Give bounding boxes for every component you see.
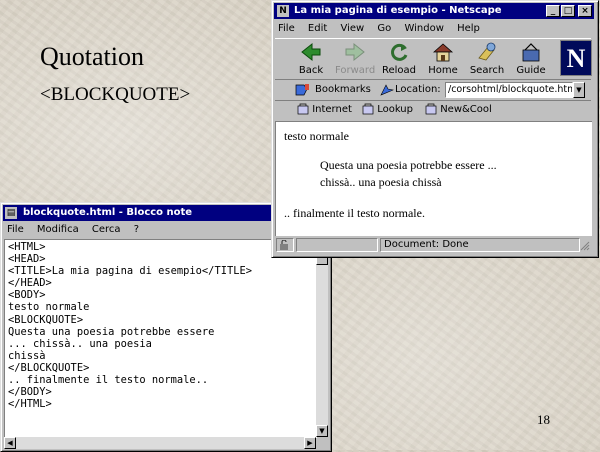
location-icon <box>380 84 394 96</box>
page-viewport[interactable]: testo normale Questa una poesia potrebbe… <box>275 121 592 236</box>
newcool-icon <box>425 103 437 115</box>
location-dropdown-arrow-icon[interactable]: ▼ <box>573 82 585 98</box>
reload-icon <box>391 43 408 61</box>
bookmarks-icon[interactable] <box>295 83 311 97</box>
internet-label: Internet <box>312 104 352 115</box>
status-text: Document: Done <box>380 238 580 252</box>
search-button[interactable]: Search <box>467 41 507 79</box>
netscape-titlebar[interactable]: N La mia pagina di esempio - Netscape _ … <box>274 3 594 19</box>
forward-arrow-icon <box>345 42 365 62</box>
guide-label: Guide <box>516 65 546 76</box>
scroll-right-arrow-icon[interactable]: ▶ <box>304 437 316 449</box>
security-lock-icon[interactable] <box>276 238 294 252</box>
maximize-button[interactable]: □ <box>561 5 575 17</box>
location-toolbar: Bookmarks Location: /corsohtml/blockquot… <box>275 80 591 101</box>
back-button[interactable]: Back <box>291 41 331 79</box>
netscape-window: N La mia pagina di esempio - Netscape _ … <box>271 0 599 258</box>
lock-icon <box>280 239 288 250</box>
content-blockquote-line-1: Questa una poesia potrebbe essere ... <box>320 158 497 172</box>
menu-view[interactable]: View <box>340 23 364 34</box>
guide-button[interactable]: Guide <box>511 41 551 79</box>
guide-icon <box>522 43 540 62</box>
resize-grip-icon[interactable] <box>580 241 590 251</box>
notepad-icon[interactable]: ▤ <box>5 207 17 219</box>
search-icon <box>478 42 496 61</box>
forward-label: Forward <box>335 65 376 76</box>
internet-button[interactable]: Internet <box>297 101 352 119</box>
scroll-left-arrow-icon[interactable]: ◀ <box>4 437 16 449</box>
menu-window[interactable]: Window <box>404 23 443 34</box>
notepad-menu-help[interactable]: ? <box>134 224 139 235</box>
lookup-button[interactable]: Lookup <box>362 101 413 119</box>
search-label: Search <box>469 65 505 76</box>
forward-button[interactable]: Forward <box>335 41 375 79</box>
status-bar: Document: Done <box>275 237 591 253</box>
home-label: Home <box>428 65 458 76</box>
reload-label: Reload <box>381 65 417 76</box>
bookmarks-label[interactable]: Bookmarks <box>315 80 371 100</box>
home-icon <box>432 43 454 62</box>
netscape-title: La mia pagina di esempio - Netscape <box>294 5 502 16</box>
internet-icon <box>297 103 309 115</box>
notepad-text-area[interactable]: <HTML> <HEAD> <TITLE>La mia pagina di es… <box>4 239 317 438</box>
page-number: 18 <box>537 412 550 427</box>
notepad-menu-file[interactable]: File <box>7 224 24 235</box>
content-blockquote-line-2: chissà.. una poesia chissà <box>320 175 442 189</box>
home-button[interactable]: Home <box>423 41 463 79</box>
notepad-horizontal-scrollbar[interactable]: ◀ ▶ <box>4 437 316 449</box>
scroll-down-arrow-icon[interactable]: ▼ <box>316 425 328 437</box>
menu-edit[interactable]: Edit <box>308 23 327 34</box>
slide-subtitle: <BLOCKQUOTE> <box>40 84 191 105</box>
netscape-logo[interactable]: N <box>560 40 592 76</box>
notepad-vertical-scrollbar[interactable]: ▲ ▼ <box>316 239 328 437</box>
netscape-app-icon[interactable]: N <box>277 5 289 17</box>
location-input[interactable]: /corsohtml/blockquote.html <box>445 82 573 98</box>
notepad-title: blockquote.html - Blocco note <box>23 207 193 218</box>
status-progress <box>296 238 378 252</box>
close-button[interactable]: × <box>578 5 592 17</box>
notepad-menu-modifica[interactable]: Modifica <box>37 224 79 235</box>
content-line-final: .. finalmente il testo normale. <box>284 206 425 220</box>
slide-title: Quotation <box>40 42 144 71</box>
lookup-icon <box>362 103 374 115</box>
netscape-menubar: File Edit View Go Window Help <box>278 21 592 37</box>
menu-file[interactable]: File <box>278 23 295 34</box>
minimize-button[interactable]: _ <box>546 5 560 17</box>
notepad-text[interactable]: <HTML> <HEAD> <TITLE>La mia pagina di es… <box>5 240 317 411</box>
menu-go[interactable]: Go <box>377 23 391 34</box>
grip-icon <box>580 241 590 251</box>
reload-button[interactable]: Reload <box>379 41 419 79</box>
directory-toolbar: Internet Lookup New&Cool <box>275 101 591 119</box>
notepad-menu-cerca[interactable]: Cerca <box>92 224 121 235</box>
back-arrow-icon <box>301 42 321 62</box>
lookup-label: Lookup <box>377 104 413 115</box>
newcool-label: New&Cool <box>440 104 492 115</box>
navigation-toolbar: Back Forward Reload Home Search Guide N <box>275 38 592 80</box>
back-label: Back <box>298 65 324 76</box>
content-line-normal: testo normale <box>284 129 349 143</box>
location-label: Location: <box>395 84 441 95</box>
newcool-button[interactable]: New&Cool <box>425 101 492 119</box>
menu-help[interactable]: Help <box>457 23 480 34</box>
